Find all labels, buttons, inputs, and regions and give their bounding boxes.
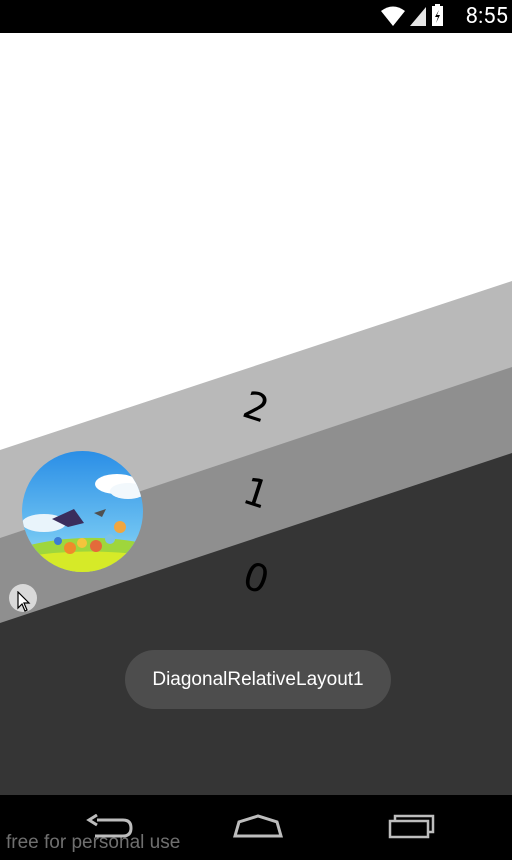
home-button[interactable] — [228, 811, 288, 843]
home-icon — [233, 814, 283, 838]
avatar-image[interactable] — [22, 451, 143, 572]
recents-button[interactable] — [382, 811, 442, 843]
toast-message: DiagonalRelativeLayout1 — [125, 650, 391, 709]
signal-icon — [410, 7, 426, 26]
recents-icon — [388, 814, 435, 839]
toast-text: DiagonalRelativeLayout1 — [152, 668, 364, 690]
status-bar: 8:55 — [0, 0, 512, 33]
wifi-icon — [381, 6, 405, 26]
mouse-cursor-icon — [17, 591, 31, 612]
battery-icon — [432, 4, 443, 26]
avatar-illustration — [22, 451, 143, 572]
status-icons — [381, 4, 443, 26]
watermark-text: free for personal use — [6, 832, 181, 853]
diagonal-relative-layout: 2 1 0 DiagonalRelativeLayout1 — [0, 33, 512, 795]
status-time: 8:55 — [465, 4, 508, 29]
